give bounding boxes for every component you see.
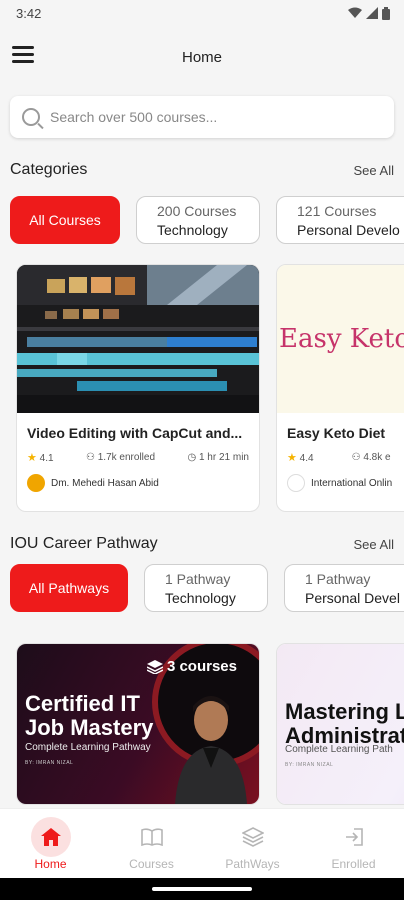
- badge-label: 3 courses: [166, 658, 237, 675]
- chip-label: All Pathways: [28, 580, 110, 596]
- star-icon: ★: [27, 452, 37, 464]
- course-card[interactable]: Easy Keto Easy Keto Diet ★ 4.4 ⚇ 4.8k e …: [276, 264, 404, 512]
- course-rating: 4.1: [39, 453, 54, 464]
- course-author: Dm. Mehedi Hasan Abid: [27, 474, 249, 492]
- chip-all-pathways[interactable]: All Pathways: [10, 564, 128, 612]
- course-title: Video Editing with CapCut and...: [27, 425, 243, 441]
- home-icon: [30, 817, 71, 857]
- nav-label: Enrolled: [331, 857, 376, 871]
- nav-home[interactable]: Home: [6, 817, 96, 871]
- pathway-chips: All Pathways 1 Pathway Technology 1 Path…: [10, 564, 404, 612]
- chip-technology[interactable]: 200 Courses Technology: [136, 196, 260, 244]
- nav-enrolled[interactable]: Enrolled: [309, 817, 399, 871]
- pathway-thumbnail: 3 courses Certified IT Job Mastery Compl…: [17, 644, 259, 804]
- course-card[interactable]: Video Editing with CapCut and... ★ 4.1 ⚇…: [16, 264, 260, 512]
- categories-see-all[interactable]: See All: [354, 163, 394, 178]
- course-card-body: Video Editing with CapCut and... ★ 4.1 ⚇…: [17, 413, 259, 511]
- course-thumbnail: Easy Keto: [277, 265, 404, 413]
- book-icon: [132, 817, 172, 857]
- instructor-photo: [175, 696, 247, 804]
- chip-count: 121 Courses: [297, 202, 377, 219]
- app-bar: Home: [0, 26, 404, 88]
- courses-badge: 3 courses: [146, 658, 237, 675]
- chip-personal-development[interactable]: 121 Courses Personal Develo: [276, 196, 404, 244]
- pathway-thumbnail: Mastering L Administrat Complete Learnin…: [277, 644, 404, 804]
- pathway-card-title: Mastering L Administrat: [285, 700, 404, 748]
- chip-count: 1 Pathway: [305, 570, 371, 587]
- layers-icon: [233, 817, 273, 857]
- wifi-icon: [348, 7, 362, 18]
- chip-name: Personal Devel: [305, 589, 400, 606]
- people-icon: ⚇: [351, 452, 361, 463]
- chip-name: Technology: [165, 589, 236, 606]
- search-icon: [22, 108, 40, 126]
- people-icon: ⚇: [86, 452, 95, 463]
- nav-label: PathWays: [225, 857, 280, 871]
- gesture-bar[interactable]: [0, 878, 404, 900]
- course-thumbnail: [17, 265, 259, 413]
- battery-icon: [382, 6, 390, 20]
- clock-icon: ◷: [187, 452, 197, 463]
- avatar: [27, 474, 45, 492]
- pathway-card-title: Certified IT Job Mastery: [25, 692, 153, 740]
- bottom-navigation: Home Courses PathWays Enrolled: [0, 808, 404, 878]
- layers-icon: [146, 659, 163, 674]
- nav-courses[interactable]: Courses: [107, 817, 197, 871]
- search-input[interactable]: [50, 109, 370, 125]
- chip-label: All Courses: [29, 212, 101, 228]
- course-cards: Video Editing with CapCut and... ★ 4.1 ⚇…: [16, 264, 404, 512]
- login-icon: [334, 817, 374, 857]
- status-bar: 3:42: [0, 0, 404, 26]
- pathway-card[interactable]: 3 courses Certified IT Job Mastery Compl…: [16, 643, 260, 805]
- course-rating: 4.4: [299, 453, 314, 464]
- chip-name: Technology: [157, 221, 228, 238]
- author-name: Dm. Mehedi Hasan Abid: [51, 477, 159, 489]
- chip-name: Personal Develo: [297, 221, 400, 238]
- nav-label: Courses: [129, 857, 174, 871]
- page-title: Home: [181, 49, 222, 66]
- course-duration: 1 hr 21 min: [198, 452, 249, 463]
- search-bar[interactable]: [10, 96, 394, 138]
- pathway-title: IOU Career Pathway: [10, 535, 158, 552]
- category-chips: All Courses 200 Courses Technology 121 C…: [10, 196, 404, 244]
- home-content[interactable]: Categories See All All Courses 200 Cours…: [0, 88, 404, 808]
- chip-pathway-technology[interactable]: 1 Pathway Technology: [144, 564, 268, 612]
- chip-count: 200 Courses: [157, 202, 237, 219]
- pathway-see-all[interactable]: See All: [354, 537, 394, 552]
- course-enrolled: 1.7k enrolled: [97, 452, 156, 463]
- pathway-author: BY: IMRAN NIZAL: [25, 760, 74, 766]
- signal-icon: [366, 7, 378, 19]
- nav-label: Home: [34, 857, 67, 871]
- status-icons: [348, 6, 390, 20]
- status-time: 3:42: [16, 5, 42, 21]
- chip-count: 1 Pathway: [165, 570, 231, 587]
- pathway-title-line2: Job Mastery: [25, 715, 154, 740]
- pathway-title-line1: Mastering L: [285, 699, 404, 724]
- course-meta: ★ 4.4 ⚇ 4.8k e: [287, 451, 404, 464]
- chip-pathway-personal-development[interactable]: 1 Pathway Personal Devel: [284, 564, 404, 612]
- pathway-title-line1: Certified IT: [25, 691, 140, 716]
- nav-pathways[interactable]: PathWays: [208, 817, 298, 871]
- thumbnail-text: Easy Keto: [279, 324, 404, 354]
- pathway-card[interactable]: Mastering L Administrat Complete Learnin…: [276, 643, 404, 805]
- categories-title: Categories: [10, 161, 88, 178]
- star-icon: ★: [287, 452, 297, 464]
- pathway-subtitle: Complete Learning Path: [285, 744, 393, 755]
- course-title: Easy Keto Diet: [287, 425, 386, 441]
- pathway-subtitle: Complete Learning Pathway: [25, 742, 151, 753]
- video-editor-image: [17, 265, 259, 413]
- pathway-cards: 3 courses Certified IT Job Mastery Compl…: [16, 643, 404, 805]
- course-card-body: Easy Keto Diet ★ 4.4 ⚇ 4.8k e Internatio…: [277, 413, 404, 511]
- chip-all-courses[interactable]: All Courses: [10, 196, 120, 244]
- course-author: International Onlin: [287, 474, 404, 492]
- pathway-author: BY: IMRAN NIZAL: [285, 762, 334, 768]
- avatar: [287, 474, 305, 492]
- course-enrolled: 4.8k e: [363, 452, 391, 463]
- course-meta: ★ 4.1 ⚇ 1.7k enrolled ◷ 1 hr 21 min: [27, 451, 249, 464]
- author-name: International Onlin: [311, 477, 393, 489]
